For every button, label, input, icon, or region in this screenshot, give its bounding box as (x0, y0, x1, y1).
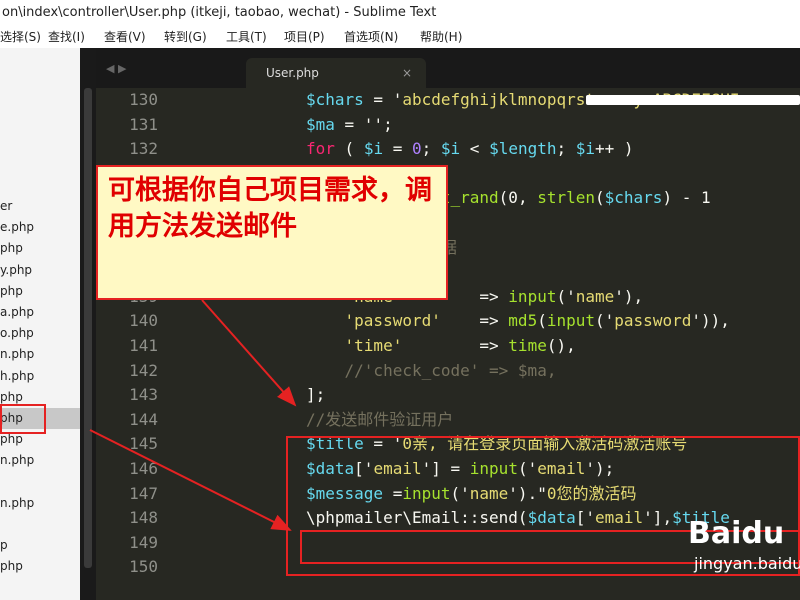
arrow-to-send-line (89, 429, 292, 531)
watermark-url: jingyan.baidu (694, 554, 800, 573)
baidu-watermark: Baidu jingyan.baidu (688, 508, 800, 598)
baidu-logo: Baidu (688, 516, 785, 551)
annotation-arrows (89, 299, 297, 531)
annotation-callout: 可根据你自己项目需求，调用方法发送邮件 (96, 165, 448, 300)
arrow-to-code-box (201, 299, 297, 407)
